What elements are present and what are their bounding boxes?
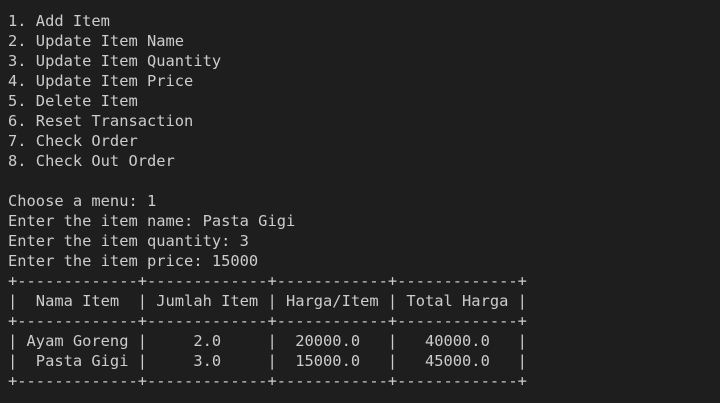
menu-option-1: 1. Add Item <box>8 12 110 30</box>
table-header: | Nama Item | Jumlah Item | Harga/Item |… <box>8 292 527 310</box>
menu-option-3: 3. Update Item Quantity <box>8 52 222 70</box>
menu-option-5: 5. Delete Item <box>8 92 138 110</box>
terminal-output: 1. Add Item 2. Update Item Name 3. Updat… <box>8 11 720 403</box>
menu-option-7: 7. Check Order <box>8 132 138 150</box>
menu-option-6: 6. Reset Transaction <box>8 112 194 130</box>
table-border-top: +-------------+-------------+-----------… <box>8 272 527 290</box>
table-border-bottom: +-------------+-------------+-----------… <box>8 372 527 390</box>
menu-option-2: 2. Update Item Name <box>8 32 185 50</box>
item-name-prompt: Enter the item name: Pasta Gigi <box>8 212 296 230</box>
table-row: | Pasta Gigi | 3.0 | 15000.0 | 45000.0 | <box>8 352 527 370</box>
item-price-prompt: Enter the item price: 15000 <box>8 252 259 270</box>
menu-option-8: 8. Check Out Order <box>8 152 175 170</box>
choose-menu-prompt: Choose a menu: 1 <box>8 192 157 210</box>
table-row: | Ayam Goreng | 2.0 | 20000.0 | 40000.0 … <box>8 332 527 350</box>
menu-option-4: 4. Update Item Price <box>8 72 194 90</box>
table-border-mid: +-------------+-------------+-----------… <box>8 312 527 330</box>
item-quantity-prompt: Enter the item quantity: 3 <box>8 232 249 250</box>
